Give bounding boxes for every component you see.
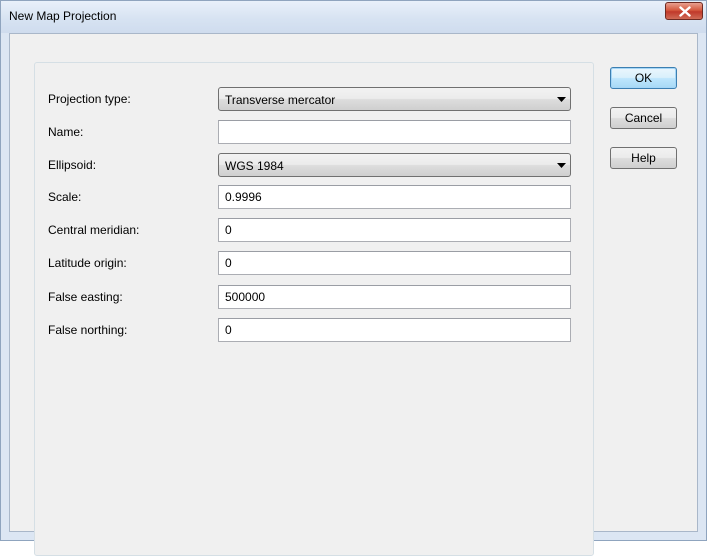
- name-input[interactable]: [218, 120, 571, 144]
- cancel-button[interactable]: Cancel: [610, 107, 677, 129]
- false-northing-input[interactable]: [218, 318, 571, 342]
- false-easting-label: False easting:: [48, 290, 123, 304]
- projection-type-row: Projection type: Transverse mercator: [35, 87, 595, 111]
- ok-button[interactable]: OK: [610, 67, 677, 89]
- ellipsoid-label: Ellipsoid:: [48, 158, 97, 172]
- title-bar[interactable]: New Map Projection: [1, 1, 706, 33]
- dialog-body: Projection type: Transverse mercator Nam…: [9, 33, 698, 556]
- projection-type-label: Projection type:: [48, 92, 131, 106]
- ellipsoid-row: Ellipsoid: WGS 1984: [35, 153, 595, 177]
- false-easting-row: False easting:: [35, 285, 595, 309]
- dialog-window: New Map Projection Projection type: Tran…: [0, 0, 707, 556]
- close-icon: [679, 6, 691, 17]
- projection-type-value: Transverse mercator: [225, 93, 336, 107]
- close-button[interactable]: [665, 2, 703, 20]
- name-label: Name:: [48, 125, 84, 139]
- latitude-origin-row: Latitude origin:: [35, 251, 595, 275]
- projection-type-dropdown[interactable]: Transverse mercator: [218, 87, 571, 111]
- scale-input[interactable]: [218, 185, 571, 209]
- window-title: New Map Projection: [9, 9, 117, 23]
- chevron-down-icon: [557, 97, 566, 102]
- false-easting-input[interactable]: [218, 285, 571, 309]
- central-meridian-row: Central meridian:: [35, 218, 595, 242]
- scale-row: Scale:: [35, 185, 595, 209]
- ellipsoid-value: WGS 1984: [225, 159, 284, 173]
- help-button[interactable]: Help: [610, 147, 677, 169]
- latitude-origin-label: Latitude origin:: [48, 256, 127, 270]
- false-northing-label: False northing:: [48, 323, 128, 337]
- ellipsoid-dropdown[interactable]: WGS 1984: [218, 153, 571, 177]
- latitude-origin-input[interactable]: [218, 251, 571, 275]
- name-row: Name:: [35, 120, 595, 144]
- false-northing-row: False northing:: [35, 318, 595, 342]
- chevron-down-icon: [557, 163, 566, 168]
- central-meridian-input[interactable]: [218, 218, 571, 242]
- central-meridian-label: Central meridian:: [48, 223, 140, 237]
- scale-label: Scale:: [48, 190, 82, 204]
- projection-settings-group: Projection type: Transverse mercator Nam…: [34, 62, 594, 556]
